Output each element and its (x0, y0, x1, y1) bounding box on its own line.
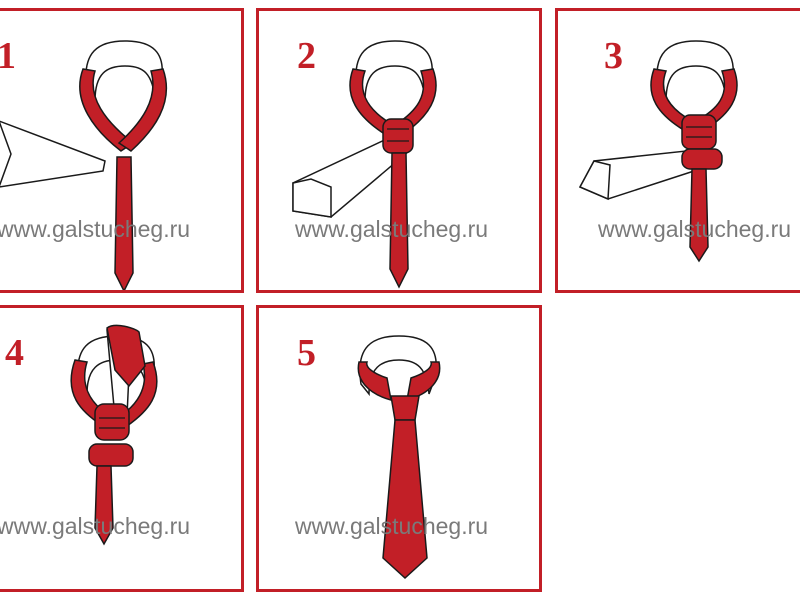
watermark-text: www.galstucheg.ru (0, 513, 191, 539)
step-number: 1 (0, 37, 16, 75)
watermark-text: www.galstucheg.ru (295, 513, 489, 539)
step-panel-3: 3 www.galstucheg.ru (555, 8, 800, 293)
step-number: 2 (297, 35, 316, 77)
step-panel-1: 1 www.galstucheg.ru (0, 8, 244, 293)
step-panel-5: 5 www.galstucheg.ru (256, 305, 542, 592)
tie-illustration-step-3 (578, 40, 738, 263)
step-number: 4 (5, 332, 24, 374)
watermark-text: www.galstucheg.ru (0, 216, 191, 242)
tie-illustration-step-4 (70, 324, 158, 546)
watermark-text: www.galstucheg.ru (598, 216, 792, 242)
step-panel-2: 2 www.galstucheg.ru (256, 8, 542, 293)
step-number: 3 (604, 35, 623, 77)
tie-illustration-step-1 (0, 40, 168, 290)
step-panel-4: 4 www.galstucheg.ru (0, 305, 244, 592)
step-number: 5 (297, 332, 316, 374)
watermark-text: www.galstucheg.ru (295, 216, 489, 242)
